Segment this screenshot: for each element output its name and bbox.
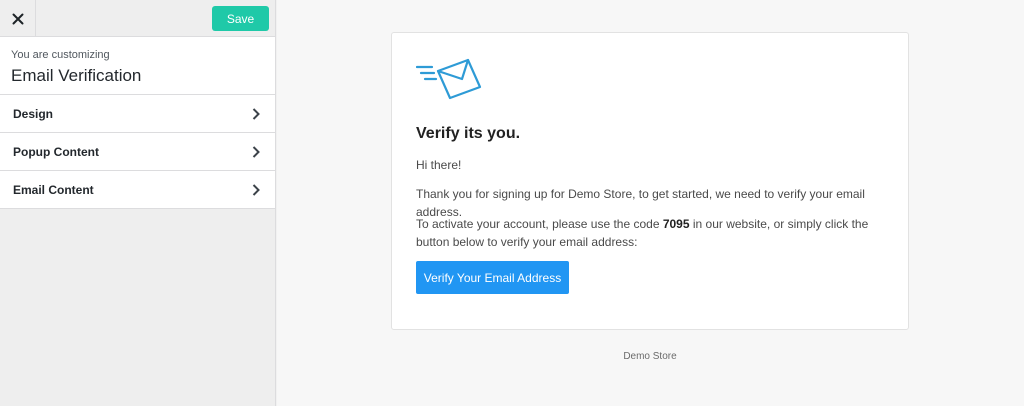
customizing-title: Email Verification xyxy=(11,66,142,85)
customizing-label: You are customizing xyxy=(11,49,110,61)
section-label: Email Content xyxy=(13,182,94,197)
save-button[interactable]: Save xyxy=(212,6,269,31)
section-design[interactable]: Design xyxy=(0,95,275,133)
section-label: Popup Content xyxy=(13,144,99,159)
email-body-2: To activate your account, please use the… xyxy=(416,215,891,251)
section-popup-content[interactable]: Popup Content xyxy=(0,133,275,171)
chevron-right-icon xyxy=(252,184,260,196)
customizer-sidebar: Save You are customizing Email Verificat… xyxy=(0,0,276,406)
email-title: Verify its you. xyxy=(416,125,521,142)
email-preview: Verify its you. Hi there! Thank you for … xyxy=(277,0,1024,406)
body-text: To activate your account, please use the… xyxy=(416,217,663,231)
verify-email-button[interactable]: Verify Your Email Address xyxy=(416,261,569,294)
verification-code: 7095 xyxy=(662,217,690,231)
chevron-right-icon xyxy=(252,146,260,158)
section-label: Design xyxy=(13,106,54,121)
close-button[interactable] xyxy=(0,0,36,37)
email-footer: Demo Store xyxy=(623,351,677,362)
email-card: Verify its you. Hi there! Thank you for … xyxy=(391,32,909,330)
envelope-icon xyxy=(416,58,482,100)
customizing-info: You are customizing Email Verification xyxy=(0,37,275,95)
section-email-content[interactable]: Email Content xyxy=(0,171,275,209)
sidebar-header: Save xyxy=(0,0,275,37)
chevron-right-icon xyxy=(252,108,260,120)
email-greeting: Hi there! xyxy=(416,158,462,172)
close-icon xyxy=(12,13,23,24)
